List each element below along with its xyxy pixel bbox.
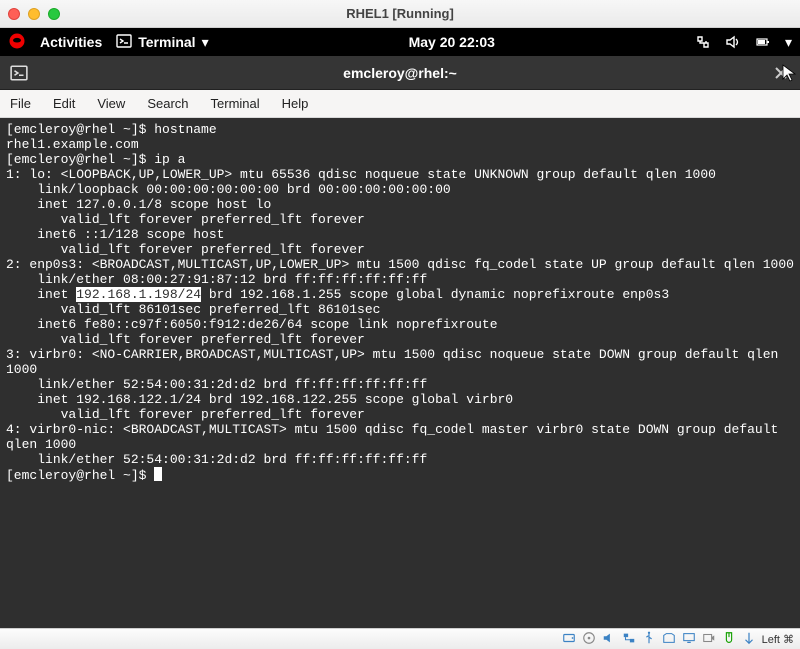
active-app-indicator[interactable]: Terminal ▾ bbox=[116, 33, 208, 52]
chevron-down-icon: ▾ bbox=[785, 34, 792, 51]
menu-file[interactable]: File bbox=[10, 96, 31, 111]
menu-help[interactable]: Help bbox=[282, 96, 309, 111]
terminal-line: rhel1.example.com bbox=[6, 137, 794, 152]
terminal-line: 3: virbr0: <NO-CARRIER,BROADCAST,MULTICA… bbox=[6, 347, 794, 377]
terminal-line: link/ether 52:54:00:31:2d:d2 brd ff:ff:f… bbox=[6, 377, 794, 392]
network-icon[interactable] bbox=[695, 34, 711, 50]
terminal-icon bbox=[116, 33, 132, 52]
terminal-line: 2: enp0s3: <BROADCAST,MULTICAST,UP,LOWER… bbox=[6, 257, 794, 272]
vm-keyboard-icon[interactable] bbox=[742, 631, 756, 648]
menu-search[interactable]: Search bbox=[147, 96, 188, 111]
terminal-line: inet 192.168.122.1/24 brd 192.168.122.25… bbox=[6, 392, 794, 407]
terminal-window-title: emcleroy@rhel:~ bbox=[343, 65, 457, 81]
window-close-button[interactable] bbox=[772, 64, 790, 82]
vm-hdd-icon[interactable] bbox=[562, 631, 576, 648]
vm-net-icon[interactable] bbox=[622, 631, 636, 648]
clock-label[interactable]: May 20 22:03 bbox=[409, 34, 495, 50]
terminal-line: [emcleroy@rhel ~]$ ip a bbox=[6, 152, 794, 167]
vm-record-icon[interactable] bbox=[702, 631, 716, 648]
distro-logo-icon bbox=[8, 32, 26, 53]
vm-shared-icon[interactable] bbox=[662, 631, 676, 648]
battery-icon[interactable] bbox=[755, 34, 771, 50]
vm-audio-icon[interactable] bbox=[602, 631, 616, 648]
chevron-down-icon: ▾ bbox=[202, 34, 209, 51]
vm-cd-icon[interactable] bbox=[582, 631, 596, 648]
volume-icon[interactable] bbox=[725, 34, 741, 50]
terminal-line: link/ether 08:00:27:91:87:12 brd ff:ff:f… bbox=[6, 272, 794, 287]
menu-edit[interactable]: Edit bbox=[53, 96, 75, 111]
host-window-title: RHEL1 [Running] bbox=[0, 6, 800, 21]
gnome-top-bar: Activities Terminal ▾ May 20 22:03 ▾ bbox=[0, 28, 800, 56]
terminal-output[interactable]: [emcleroy@rhel ~]$ hostnamerhel1.example… bbox=[0, 118, 800, 628]
vm-mouse-icon[interactable] bbox=[722, 631, 736, 648]
terminal-line: valid_lft forever preferred_lft forever bbox=[6, 332, 794, 347]
terminal-line: inet 192.168.1.198/24 brd 192.168.1.255 … bbox=[6, 287, 794, 302]
active-app-label: Terminal bbox=[138, 34, 195, 50]
terminal-line: inet 127.0.0.1/8 scope host lo bbox=[6, 197, 794, 212]
terminal-line: valid_lft forever preferred_lft forever bbox=[6, 242, 794, 257]
terminal-line: valid_lft 86101sec preferred_lft 86101se… bbox=[6, 302, 794, 317]
terminal-line: link/loopback 00:00:00:00:00:00 brd 00:0… bbox=[6, 182, 794, 197]
terminal-icon bbox=[10, 64, 28, 87]
terminal-line: valid_lft forever preferred_lft forever bbox=[6, 407, 794, 422]
activities-button[interactable]: Activities bbox=[40, 34, 102, 50]
terminal-line: [emcleroy@rhel ~]$ bbox=[6, 467, 794, 483]
vm-display-icon[interactable] bbox=[682, 631, 696, 648]
menu-view[interactable]: View bbox=[97, 96, 125, 111]
terminal-line: [emcleroy@rhel ~]$ hostname bbox=[6, 122, 794, 137]
terminal-line: 1: lo: <LOOPBACK,UP,LOWER_UP> mtu 65536 … bbox=[6, 167, 794, 182]
vm-status-bar: Left ⌘ bbox=[0, 628, 800, 649]
terminal-line: 4: virbr0-nic: <BROADCAST,MULTICAST> mtu… bbox=[6, 422, 794, 452]
terminal-line: valid_lft forever preferred_lft forever bbox=[6, 212, 794, 227]
host-window-titlebar: RHEL1 [Running] bbox=[0, 0, 800, 28]
host-key-label: Left ⌘ bbox=[762, 633, 794, 646]
menubar: File Edit View Search Terminal Help bbox=[0, 90, 800, 118]
terminal-line: link/ether 52:54:00:31:2d:d2 brd ff:ff:f… bbox=[6, 452, 794, 467]
terminal-window-titlebar: emcleroy@rhel:~ bbox=[0, 56, 800, 90]
vm-usb-icon[interactable] bbox=[642, 631, 656, 648]
menu-terminal[interactable]: Terminal bbox=[211, 96, 260, 111]
system-tray[interactable]: ▾ bbox=[695, 34, 792, 51]
terminal-line: inet6 ::1/128 scope host bbox=[6, 227, 794, 242]
terminal-line: inet6 fe80::c97f:6050:f912:de26/64 scope… bbox=[6, 317, 794, 332]
